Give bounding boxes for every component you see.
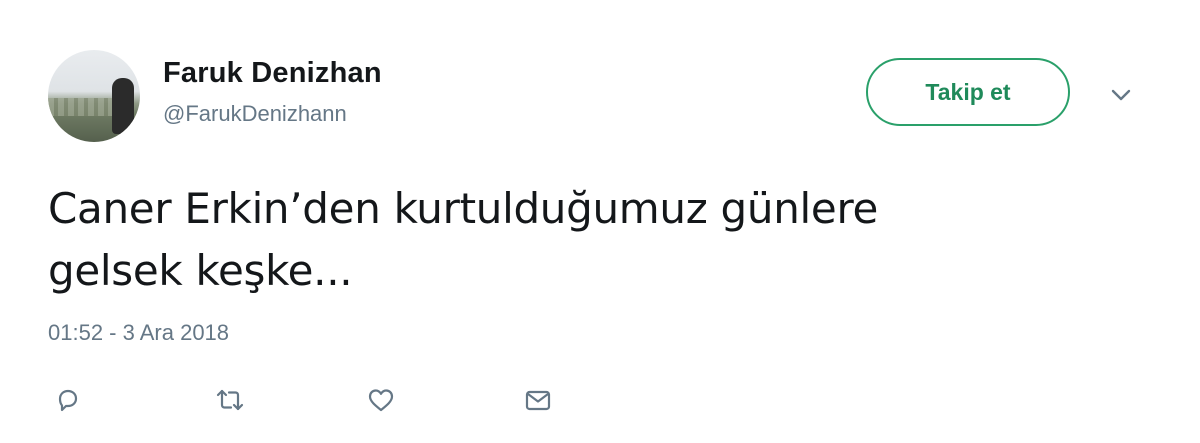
- avatar-cityscape: [48, 98, 118, 116]
- reply-icon[interactable]: [48, 378, 88, 422]
- tweet-text-line-1: Caner Erkin’den kurtulduğumuz günlere: [48, 184, 879, 233]
- follow-button[interactable]: Takip et: [866, 58, 1070, 126]
- retweet-icon[interactable]: [210, 378, 250, 422]
- tweet-text-line-2: gelsek keşke...: [48, 246, 353, 295]
- tweet-text: Caner Erkin’den kurtulduğumuz günlere ge…: [48, 178, 1048, 302]
- avatar[interactable]: [48, 50, 140, 142]
- envelope-icon[interactable]: [518, 378, 558, 422]
- avatar-person: [112, 78, 134, 134]
- tweet-timestamp[interactable]: 01:52 - 3 Ara 2018: [48, 320, 229, 346]
- tweet-card: Faruk Denizhan @FarukDenizhann Takip et …: [0, 0, 1200, 443]
- author-name[interactable]: Faruk Denizhan: [163, 57, 382, 90]
- tweet-actions: [0, 378, 1200, 422]
- heart-icon[interactable]: [361, 378, 401, 422]
- chevron-down-icon[interactable]: [1108, 84, 1134, 106]
- author-handle[interactable]: @FarukDenizhann: [163, 101, 347, 127]
